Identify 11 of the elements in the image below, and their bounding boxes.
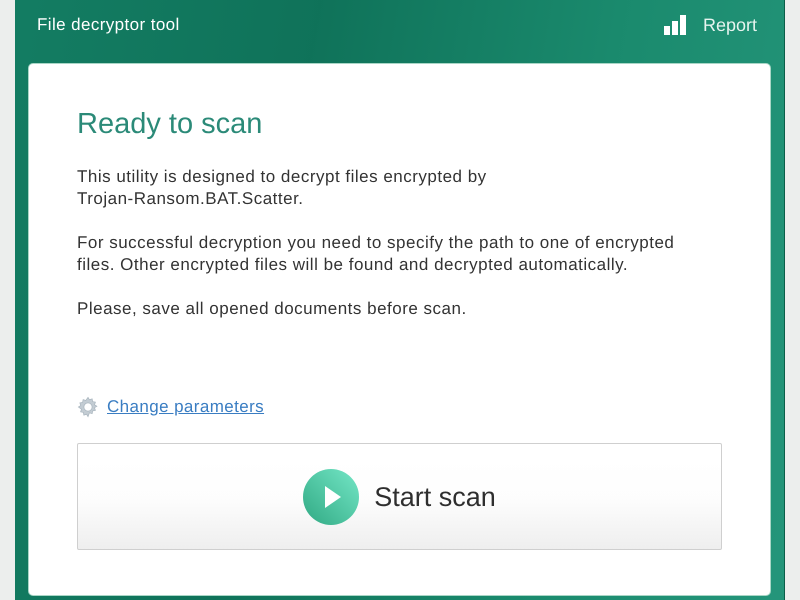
change-parameters-link[interactable]: Change parameters bbox=[107, 396, 264, 418]
window-subtitle: File decryptor tool bbox=[37, 14, 180, 36]
start-scan-button[interactable]: Start scan bbox=[77, 443, 722, 550]
bar-chart-icon bbox=[664, 15, 686, 35]
description-text: For successful decryption you need to specify the path to one of encrypted files. Other encrypted files will be found and decrypted automatically. bbox=[77, 232, 674, 276]
description-text: This utility is designed to decrypt files encrypted by Trojan-Ransom.BAT.Scatter. bbox=[77, 166, 487, 210]
report-button[interactable]: Report bbox=[664, 13, 757, 37]
play-icon bbox=[303, 468, 360, 524]
status-heading: Ready to scan bbox=[77, 107, 262, 142]
settings-icon bbox=[77, 396, 99, 418]
description-text: Please, save all opened documents before scan. bbox=[77, 298, 467, 320]
